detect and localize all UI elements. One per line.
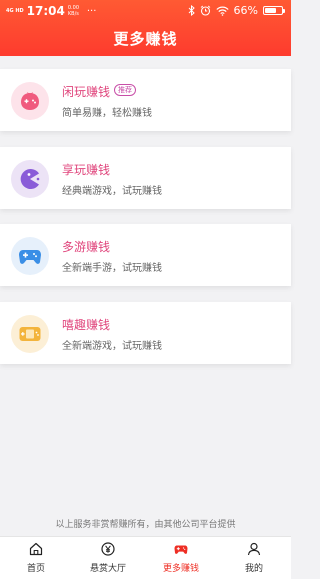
card-title: 享玩赚钱: [62, 163, 111, 177]
card-xiangwan[interactable]: 享玩赚钱 经典端游戏，试玩赚钱: [0, 147, 291, 209]
network-speed: 0.00 KB/s: [67, 5, 80, 17]
card-description: 经典端游戏，试玩赚钱: [62, 186, 162, 197]
battery-percentage: 66%: [233, 4, 258, 17]
pacman-icon: [20, 169, 40, 189]
tab-label: 首页: [26, 564, 45, 574]
gamepad-icon: [174, 545, 188, 554]
tomato-gamepad-icon: [21, 92, 39, 110]
handheld-game-icon: [19, 327, 41, 341]
tab-label: 悬赏大厅: [89, 564, 126, 574]
gamepad-icon: [19, 250, 41, 264]
card-description: 全新端手游，试玩赚钱: [62, 263, 162, 274]
status-bar: 4G HD 17:04 0.00 KB/s ··· 66%: [0, 0, 291, 22]
wifi-icon: [215, 6, 229, 16]
bottom-tab-bar: 首页 悬赏大厅 更多赚钱 我的: [0, 536, 291, 579]
tab-more-earnings[interactable]: 更多赚钱: [145, 537, 217, 579]
tab-bounty-hall[interactable]: 悬赏大厅: [72, 537, 144, 579]
card-icon-bg: [11, 82, 49, 120]
card-title: 多游赚钱: [62, 240, 111, 254]
header: 4G HD 17:04 0.00 KB/s ··· 66% 更多赚钱: [0, 0, 291, 56]
yen-coin-icon: [101, 542, 115, 556]
card-icon-bg: [11, 315, 49, 353]
tab-mine[interactable]: 我的: [218, 537, 290, 579]
page-title: 更多赚钱: [113, 30, 178, 48]
alarm-icon: [200, 5, 210, 16]
card-title: 嘻趣赚钱: [62, 318, 111, 332]
battery-icon: [263, 6, 285, 15]
more-notifications-icon: ···: [86, 5, 97, 17]
card-duoyou[interactable]: 多游赚钱 全新端手游，试玩赚钱: [0, 224, 291, 286]
card-description: 简单易赚，轻松赚钱: [62, 108, 152, 119]
card-icon-bg: [11, 237, 49, 275]
battery-level: [265, 8, 276, 13]
card-xiqu[interactable]: 嘻趣赚钱 全新端游戏，试玩赚钱: [0, 302, 291, 364]
card-description: 全新端游戏，试玩赚钱: [62, 341, 162, 352]
status-time: 17:04: [26, 4, 65, 18]
network-indicator: 4G HD: [6, 7, 24, 14]
tab-label: 更多赚钱: [162, 564, 199, 574]
bluetooth-icon: [188, 5, 195, 16]
tab-home[interactable]: 首页: [0, 537, 72, 579]
card-title: 闲玩赚钱: [62, 85, 111, 99]
user-icon: [247, 542, 261, 556]
recommend-badge: 推荐: [114, 84, 136, 96]
tab-label: 我的: [244, 564, 263, 574]
card-icon-bg: [11, 160, 49, 198]
service-disclaimer: 以上服务非赏帮赚所有，由其他公司平台提供: [55, 520, 236, 530]
home-icon: [29, 542, 43, 556]
card-xianwan[interactable]: 闲玩赚钱 推荐 简单易赚，轻松赚钱: [0, 69, 291, 131]
